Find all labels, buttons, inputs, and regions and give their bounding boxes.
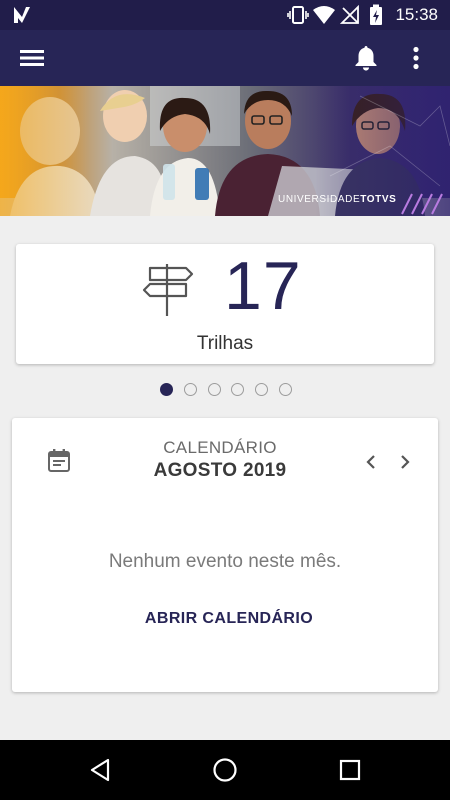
menu-button[interactable]: [14, 42, 50, 74]
signpost-icon: [142, 264, 194, 316]
chevron-left-icon: [366, 455, 375, 469]
pager-dot[interactable]: [183, 383, 197, 396]
back-icon: [90, 758, 110, 782]
pager-dot[interactable]: [160, 383, 173, 396]
calendar-title: CALENDÁRIO: [163, 438, 277, 457]
chevron-right-icon: [401, 455, 410, 469]
trails-label: Trilhas: [196, 333, 254, 354]
bell-icon: [355, 46, 377, 71]
pager-dot[interactable]: [231, 383, 245, 396]
open-calendar-button[interactable]: ABRIR CALENDÁRIO: [120, 610, 338, 636]
recents-icon: [339, 759, 361, 781]
wifi-icon: [311, 0, 337, 30]
calendar-month: AGOSTO 2019: [153, 460, 287, 481]
previous-month-button[interactable]: [357, 448, 385, 476]
calendar-empty-message: Nenhum evento neste mês.: [108, 551, 342, 572]
more-options-button[interactable]: [400, 42, 432, 74]
signal-off-icon: [337, 0, 363, 30]
home-button[interactable]: [205, 754, 245, 786]
notifications-button[interactable]: [348, 42, 384, 74]
trails-count: 17: [224, 248, 302, 324]
next-month-button[interactable]: [391, 448, 419, 476]
battery-charging-icon: [363, 0, 389, 30]
status-time: 15:38: [395, 5, 438, 24]
menu-icon: [20, 50, 44, 66]
system-nav-bar: [0, 740, 450, 800]
home-icon: [213, 758, 237, 782]
banner-brand-logo: UNIVERSIDADETOTVS: [278, 194, 397, 205]
calendar-icon: [48, 449, 70, 472]
back-button[interactable]: [80, 754, 120, 786]
pager-dot[interactable]: [278, 383, 292, 396]
pager-dot[interactable]: [207, 383, 221, 396]
app-bar: [0, 30, 450, 86]
vibrate-icon: [285, 0, 311, 30]
status-bar: 15:38: [0, 0, 450, 30]
more-vert-icon: [413, 46, 419, 70]
recents-button[interactable]: [330, 754, 370, 786]
carousel-pager: [160, 383, 292, 399]
nougat-n-icon: [14, 7, 30, 23]
hero-banner: UNIVERSIDADETOTVS: [0, 86, 450, 216]
pager-dot[interactable]: [255, 383, 269, 396]
